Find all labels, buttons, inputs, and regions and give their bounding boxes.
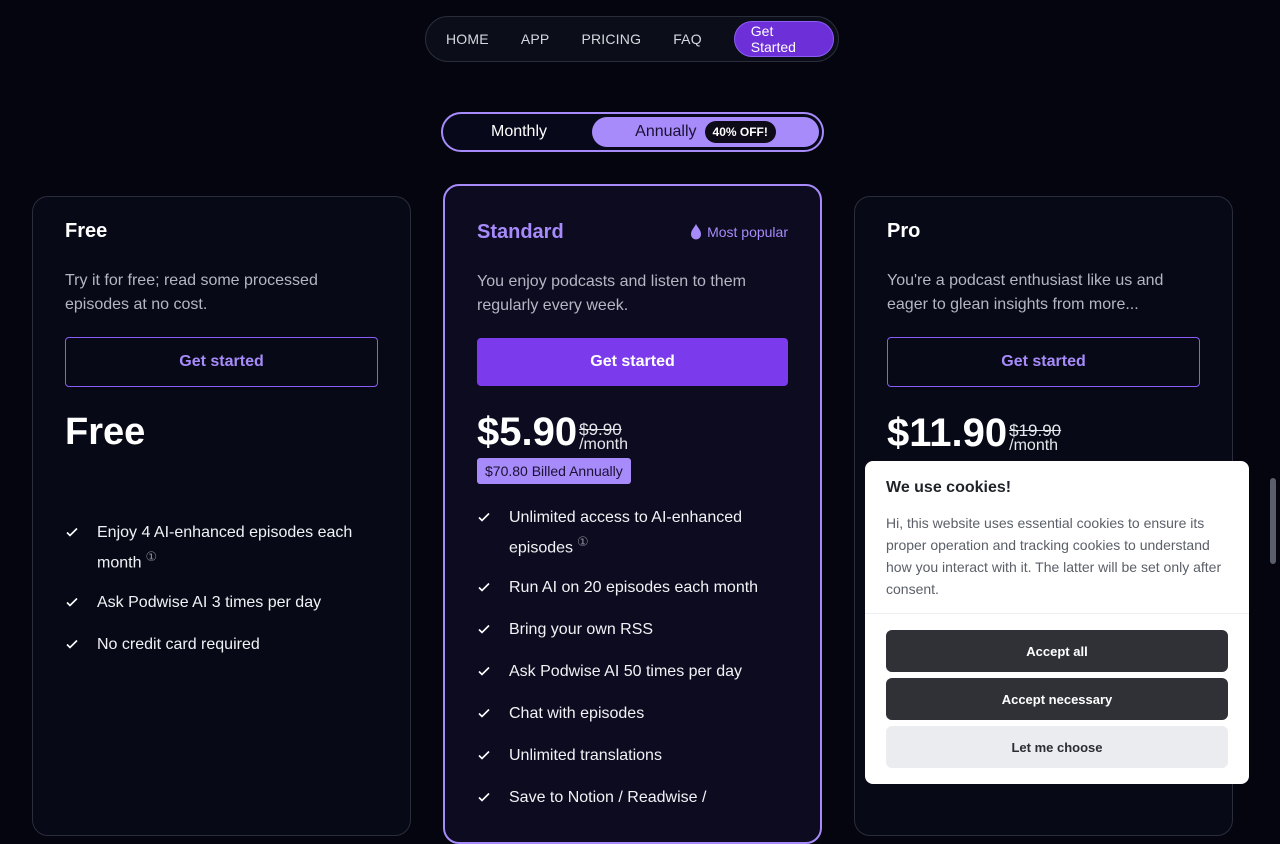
plan-card-standard: Standard Most popular You enjoy podcasts… bbox=[443, 184, 822, 844]
feature-text: Run AI on 20 episodes each month bbox=[509, 579, 759, 597]
plan-description: Try it for free; read some processed epi… bbox=[65, 272, 318, 313]
feature-text: Save to Notion / Readwise / bbox=[509, 789, 707, 807]
feature-list: Unlimited access to AI-enhanced episodes… bbox=[477, 506, 788, 812]
list-item: Ask Podwise AI 50 times per day bbox=[477, 660, 788, 686]
plan-title: Free bbox=[65, 219, 108, 242]
check-icon bbox=[477, 702, 491, 728]
check-icon bbox=[65, 591, 79, 617]
plan-price-row: $5.90 $9.90 /month bbox=[477, 408, 788, 454]
plan-price: $5.90 bbox=[477, 410, 578, 454]
info-icon[interactable]: ① bbox=[145, 549, 157, 564]
most-popular-badge: Most popular bbox=[689, 223, 788, 241]
old-price: $19.90 bbox=[1009, 421, 1062, 440]
check-icon bbox=[477, 660, 491, 686]
cookie-consent-dialog: We use cookies! Hi, this website uses es… bbox=[865, 461, 1249, 784]
billing-toggle: Monthly Annually 40% OFF! bbox=[441, 112, 824, 152]
info-icon[interactable]: ① bbox=[577, 534, 589, 549]
feature-text: Enjoy 4 AI-enhanced episodes each month bbox=[97, 524, 353, 572]
nav-pricing[interactable]: PRICING bbox=[581, 31, 641, 47]
discount-badge: 40% OFF! bbox=[704, 121, 776, 143]
check-icon bbox=[477, 618, 491, 644]
list-item: Enjoy 4 AI-enhanced episodes each month ① bbox=[65, 521, 378, 575]
list-item: No credit card required bbox=[65, 633, 378, 659]
check-icon bbox=[477, 744, 491, 770]
list-item: Ask Podwise AI 3 times per day bbox=[65, 591, 378, 617]
nav-app[interactable]: APP bbox=[521, 31, 550, 47]
feature-text: No credit card required bbox=[97, 636, 260, 654]
most-popular-label: Most popular bbox=[707, 224, 788, 240]
check-icon bbox=[477, 786, 491, 812]
check-icon bbox=[477, 506, 491, 560]
toggle-annually[interactable]: Annually 40% OFF! bbox=[592, 117, 819, 147]
cookie-divider bbox=[865, 613, 1249, 614]
let-me-choose-button[interactable]: Let me choose bbox=[886, 726, 1228, 768]
pro-get-started-button[interactable]: Get started bbox=[887, 337, 1200, 387]
toggle-monthly[interactable]: Monthly bbox=[446, 117, 592, 147]
accept-all-button[interactable]: Accept all bbox=[886, 630, 1228, 672]
accept-necessary-button[interactable]: Accept necessary bbox=[886, 678, 1228, 720]
plan-price: $11.90 bbox=[887, 411, 1008, 455]
get-started-nav-button[interactable]: Get Started bbox=[733, 21, 834, 57]
flame-icon bbox=[691, 224, 702, 240]
top-nav: HOME APP PRICING FAQ Get Started bbox=[425, 16, 839, 62]
standard-get-started-button[interactable]: Get started bbox=[477, 338, 788, 386]
list-item: Unlimited translations bbox=[477, 744, 788, 770]
list-item: Chat with episodes bbox=[477, 702, 788, 728]
old-price: $9.90 bbox=[579, 420, 622, 439]
check-icon bbox=[65, 521, 79, 575]
plan-description: You're a podcast enthusiast like us and … bbox=[887, 272, 1164, 313]
plan-description: You enjoy podcasts and listen to them re… bbox=[477, 273, 746, 314]
plan-title: Standard bbox=[477, 220, 564, 243]
feature-text: Unlimited translations bbox=[509, 747, 662, 765]
cookie-title: We use cookies! bbox=[886, 479, 1012, 496]
feature-text: Bring your own RSS bbox=[509, 621, 654, 639]
feature-text: Chat with episodes bbox=[509, 705, 645, 723]
nav-home[interactable]: HOME bbox=[446, 31, 489, 47]
feature-list: Enjoy 4 AI-enhanced episodes each month ①… bbox=[65, 521, 378, 659]
check-icon bbox=[477, 576, 491, 602]
free-get-started-button[interactable]: Get started bbox=[65, 337, 378, 387]
toggle-annually-label: Annually bbox=[635, 123, 697, 140]
check-icon bbox=[65, 633, 79, 659]
price-period: /month bbox=[1009, 437, 1059, 454]
plan-card-free: Free Try it for free; read some processe… bbox=[32, 196, 411, 836]
nav-faq[interactable]: FAQ bbox=[673, 31, 702, 47]
price-period: /month bbox=[579, 436, 629, 453]
feature-text: Ask Podwise AI 50 times per day bbox=[509, 663, 742, 681]
list-item: Bring your own RSS bbox=[477, 618, 788, 644]
list-item: Unlimited access to AI-enhanced episodes… bbox=[477, 506, 788, 560]
list-item: Save to Notion / Readwise / bbox=[477, 786, 788, 812]
plan-price: Free bbox=[65, 411, 146, 453]
feature-text: Unlimited access to AI-enhanced episodes bbox=[509, 509, 743, 557]
plan-title: Pro bbox=[887, 219, 921, 242]
feature-text: Ask Podwise AI 3 times per day bbox=[97, 594, 322, 612]
cookie-text: Hi, this website uses essential cookies … bbox=[886, 515, 1222, 597]
page-scrollbar[interactable] bbox=[1270, 478, 1276, 564]
list-item: Run AI on 20 episodes each month bbox=[477, 576, 788, 602]
plan-price-row: $11.90 $19.90 /month bbox=[887, 409, 1200, 455]
billed-annually-badge: $70.80 Billed Annually bbox=[477, 458, 631, 484]
